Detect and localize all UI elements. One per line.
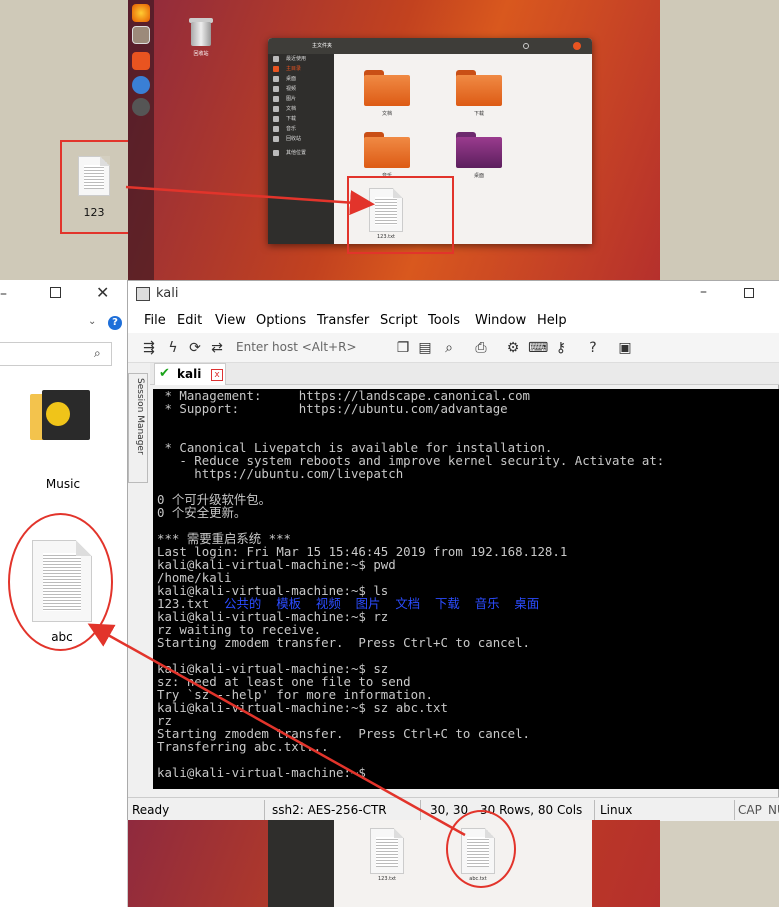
fm-sidebar: 最近使用 主目录 桌面 视频 图片 文档 下载 音乐 回收站 其他位置 (268, 54, 334, 244)
fm-sidebar-item[interactable]: 最近使用 (268, 54, 334, 64)
check-icon: ✔ (159, 366, 170, 381)
keyboard-icon[interactable]: ⌨ (528, 339, 548, 357)
software-center-icon[interactable] (132, 52, 150, 70)
menubar: File Edit View Options Transfer Script T… (128, 309, 779, 333)
file-123txt-icon[interactable] (370, 828, 404, 874)
maximize-button[interactable] (744, 288, 754, 298)
maximize-button[interactable] (50, 287, 61, 298)
menu-window[interactable]: Window (475, 313, 526, 328)
folder-downloads-icon[interactable] (456, 70, 502, 106)
status-ready: Ready (132, 803, 170, 817)
folder-music-icon[interactable] (364, 132, 410, 168)
menu-help[interactable]: Help (537, 313, 567, 328)
updater-icon[interactable] (132, 98, 150, 116)
fm-sidebar-item[interactable]: 其他位置 (268, 148, 334, 158)
menu-transfer[interactable]: Transfer (317, 313, 369, 328)
window-title: kali (156, 286, 179, 301)
highlight-abc (8, 513, 113, 651)
terminal[interactable]: * Management: https://landscape.canonica… (153, 389, 779, 789)
menu-file[interactable]: File (144, 313, 166, 328)
highlight-123txt (347, 176, 454, 254)
connect-icon[interactable]: ϟ (164, 339, 182, 357)
desktop-background-right (660, 0, 779, 280)
tab-bar: ✔ kali x (150, 363, 779, 385)
status-cap: CAP (738, 803, 762, 817)
search-input[interactable]: ⌕ (0, 342, 112, 366)
files-icon[interactable] (132, 26, 150, 44)
statusbar: Ready ssh2: AES-256-CTR 30, 30 30 Rows, … (128, 797, 779, 821)
windows-explorer: – ✕ ⌄ ? ⌕ Music abc (0, 280, 128, 907)
chevron-down-icon[interactable]: ⌄ (88, 316, 96, 327)
firefox-icon[interactable] (132, 4, 150, 22)
fm-sidebar-item[interactable]: 视频 (268, 84, 334, 94)
minimize-button[interactable]: – (700, 284, 707, 300)
find-icon[interactable]: ⌕ (440, 339, 458, 357)
music-folder-label: Music (45, 477, 81, 491)
help-icon[interactable]: ? (584, 339, 602, 357)
folder-desktop-icon[interactable] (456, 132, 502, 168)
copy-icon[interactable]: ❐ (394, 339, 412, 357)
new-session-icon[interactable]: ⇶ (140, 339, 158, 357)
fm-sidebar-item[interactable]: 音乐 (268, 124, 334, 134)
xshell-titlebar: kali – (128, 281, 779, 309)
file-123txt-label: 123.txt (377, 876, 396, 882)
print-icon[interactable]: ⎙ (472, 339, 490, 357)
close-button[interactable]: ✕ (96, 283, 109, 302)
menu-tools[interactable]: Tools (428, 313, 460, 328)
status-os: Linux (600, 803, 633, 817)
disconnect-icon[interactable]: ⇄ (208, 339, 226, 357)
tab-kali[interactable]: ✔ kali x (154, 363, 226, 385)
session-manager-label: Session Manager (135, 378, 145, 455)
help-icon[interactable]: ? (108, 316, 122, 330)
xftp-icon[interactable]: ▣ (616, 339, 634, 357)
music-folder-icon[interactable] (30, 390, 92, 442)
ubuntu-launcher (128, 0, 154, 280)
fm-sidebar-bottom (268, 820, 334, 907)
fm-search-icon[interactable] (523, 43, 529, 49)
fm-headerbar: 主文件夹 (268, 38, 592, 54)
menu-options[interactable]: Options (256, 313, 306, 328)
toolbar: ⇶ ϟ ⟳ ⇄ Enter host <Alt+R> ❐ ▤ ⌕ ⎙ ⚙ ⌨ ⚷… (128, 333, 779, 363)
xshell-app-icon (136, 287, 150, 301)
fm-sidebar-item[interactable]: 下载 (268, 114, 334, 124)
highlight-abctxt (446, 810, 516, 888)
folder-desktop-label: 桌面 (473, 173, 484, 179)
folder-documents-label: 文档 (381, 111, 392, 117)
fm-sidebar-item[interactable]: 桌面 (268, 74, 334, 84)
gear-icon[interactable]: ⚙ (504, 339, 522, 357)
search-icon[interactable]: ⌕ (94, 346, 101, 361)
menu-edit[interactable]: Edit (177, 313, 202, 328)
session-manager-tab[interactable]: Session Manager (128, 373, 148, 483)
fm-sidebar-item[interactable]: 回收站 (268, 134, 334, 144)
paste-icon[interactable]: ▤ (416, 339, 434, 357)
folder-documents-icon[interactable] (364, 70, 410, 106)
fm-sidebar-item[interactable]: 图片 (268, 94, 334, 104)
minimize-button[interactable]: – (0, 286, 7, 302)
xshell-window: kali – File Edit View Options Transfer S… (127, 280, 779, 821)
fm-sidebar-item[interactable]: 主目录 (268, 64, 334, 74)
fm-title: 主文件夹 (312, 43, 333, 49)
help-icon[interactable] (132, 76, 150, 94)
menu-view[interactable]: View (215, 313, 246, 328)
key-icon[interactable]: ⚷ (552, 339, 570, 357)
status-cipher: ssh2: AES-256-CTR (272, 803, 387, 817)
trash-icon[interactable] (188, 16, 214, 46)
fm-close-button[interactable] (573, 42, 581, 50)
fm-sidebar-item[interactable]: 文档 (268, 104, 334, 114)
menu-script[interactable]: Script (380, 313, 418, 328)
tab-label: kali (177, 367, 202, 381)
trash-label: 回收站 (193, 51, 209, 57)
reconnect-icon[interactable]: ⟳ (186, 339, 204, 357)
status-num: NU (768, 803, 779, 817)
tab-close-icon[interactable]: x (211, 369, 223, 381)
host-input[interactable]: Enter host <Alt+R> (236, 340, 376, 358)
folder-downloads-label: 下载 (473, 111, 484, 117)
